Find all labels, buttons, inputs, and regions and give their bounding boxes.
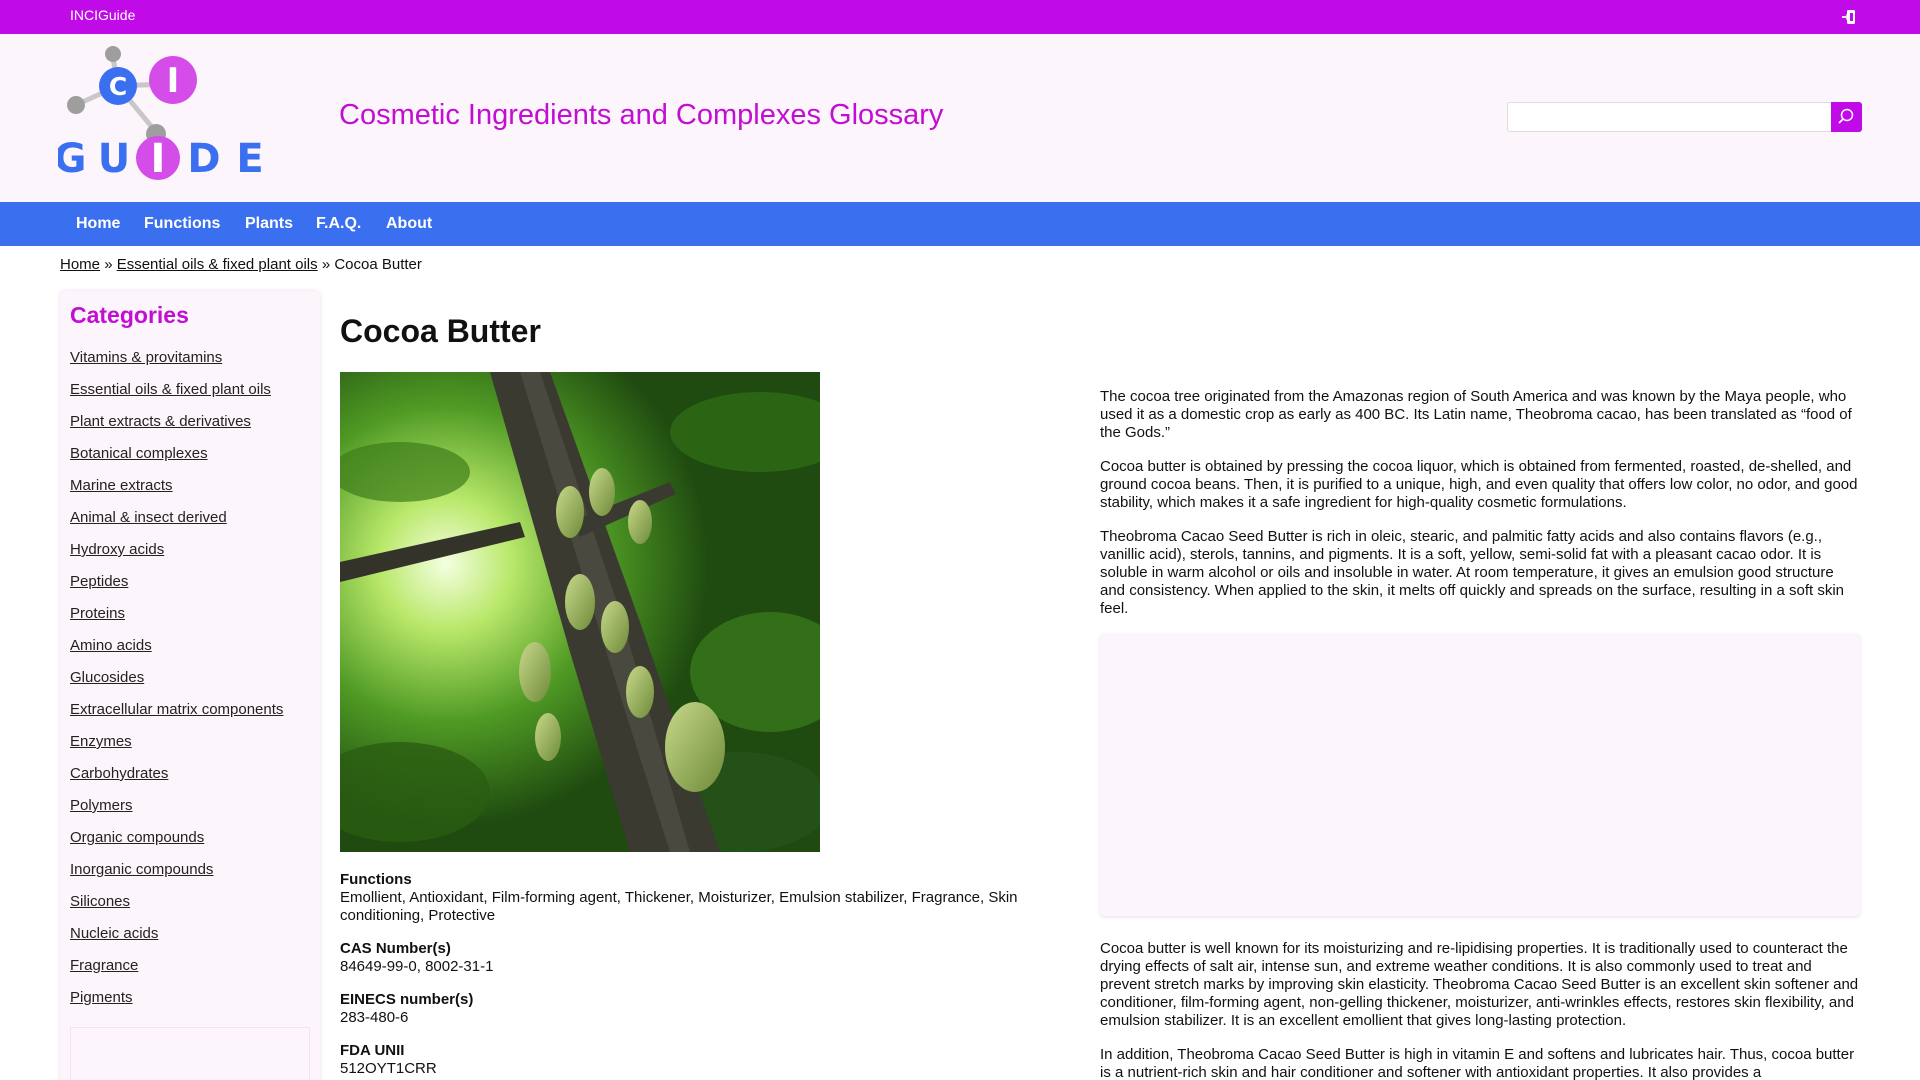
category-link[interactable]: Nucleic acids [70,925,158,942]
breadcrumb-home[interactable]: Home [60,256,100,273]
sidebar-ad-slot [70,1027,310,1080]
nav-functions[interactable]: Functions [144,215,220,233]
category-link[interactable]: Marine extracts [70,477,173,494]
category-list: Vitamins & provitamins Essential oils & … [70,349,283,1021]
sidebar-title: Categories [70,302,189,328]
list-item: Essential oils & fixed plant oils [70,381,283,413]
breadcrumb: Home » Essential oils & fixed plant oils… [60,256,422,273]
property-functions: Functions Emollient, Antioxidant, Film-f… [340,871,1040,925]
nav-home[interactable]: Home [76,215,120,233]
list-item: Proteins [70,605,283,637]
list-item: Hydroxy acids [70,541,283,573]
breadcrumb-current: Cocoa Butter [334,256,422,273]
description-paragraph: The cocoa tree originated from the Amazo… [1100,388,1852,441]
main-nav: Home Functions Plants F.A.Q. About [0,202,1920,246]
categories-sidebar: Categories Vitamins & provitamins Essent… [60,291,320,1080]
category-link[interactable]: Silicones [70,893,130,910]
property-value: Emollient, Antioxidant, Film-forming age… [340,889,1018,924]
logo-letter: I [151,136,166,182]
property-label: CAS Number(s) [340,940,451,957]
search-form [1507,102,1862,132]
list-item: Enzymes [70,733,283,765]
logo-letter: E [236,136,263,182]
list-item: Pigments [70,989,283,1021]
property-value: 512OYT1CRR [340,1060,437,1077]
site-header: C I G U I D E Cosmetic Ingredients and C… [0,34,1920,202]
logo-letter: G [58,136,86,182]
category-link[interactable]: Glucosides [70,669,144,686]
list-item: Carbohydrates [70,765,283,797]
top-brand-link[interactable]: INCIGuide [70,7,135,23]
logo-letter: D [187,136,220,182]
breadcrumb-category[interactable]: Essential oils & fixed plant oils [117,256,318,273]
breadcrumb-separator: » [104,256,113,273]
description-paragraph: Theobroma Cacao Seed Butter is rich in o… [1100,528,1845,617]
category-link[interactable]: Proteins [70,605,125,622]
site-title: Cosmetic Ingredients and Complexes Gloss… [339,99,944,131]
category-link[interactable]: Inorganic compounds [70,861,213,878]
list-item: Inorganic compounds [70,861,283,893]
category-link[interactable]: Botanical complexes [70,445,208,462]
list-item: Nucleic acids [70,925,283,957]
login-icon[interactable] [1841,9,1857,25]
list-item: Plant extracts & derivatives [70,413,283,445]
category-link[interactable]: Polymers [70,797,133,814]
category-link[interactable]: Plant extracts & derivatives [70,413,251,430]
category-link[interactable]: Fragrance [70,957,138,974]
list-item: Animal & insect derived [70,509,283,541]
category-link[interactable]: Essential oils & fixed plant oils [70,381,271,398]
ingredient-photo [340,372,820,852]
list-item: Botanical complexes [70,445,283,477]
category-link[interactable]: Extracellular matrix components [70,701,283,718]
property-label: FDA UNII [340,1042,405,1059]
list-item: Glucosides [70,669,283,701]
list-item: Marine extracts [70,477,283,509]
description-paragraph: Cocoa butter is well known for its moist… [1100,940,1859,1029]
property-fda-unii: FDA UNII 512OYT1CRR [340,1042,1040,1078]
category-link[interactable]: Pigments [70,989,133,1006]
list-item: Polymers [70,797,283,829]
ingredient-properties: Functions Emollient, Antioxidant, Film-f… [340,871,1040,1080]
category-link[interactable]: Vitamins & provitamins [70,349,222,366]
top-bar: INCIGuide [0,0,1920,34]
nav-plants[interactable]: Plants [245,215,293,233]
list-item: Organic compounds [70,829,283,861]
category-link[interactable]: Peptides [70,573,128,590]
list-item: Fragrance [70,957,283,989]
nav-about[interactable]: About [386,215,432,233]
property-value: 84649-99-0, 8002-31-1 [340,958,494,975]
page-title: Cocoa Butter [340,313,541,349]
search-input[interactable] [1507,102,1832,132]
property-label: Functions [340,871,412,888]
list-item: Extracellular matrix components [70,701,283,733]
ingredient-description: The cocoa tree originated from the Amazo… [1100,388,1860,1080]
nav-faq[interactable]: F.A.Q. [316,215,361,233]
category-link[interactable]: Amino acids [70,637,152,654]
ad-slot [1100,634,1860,916]
property-value: 283-480-6 [340,1009,409,1026]
logo-letter-c: C [109,72,127,101]
list-item: Amino acids [70,637,283,669]
search-button[interactable] [1831,102,1862,132]
property-cas: CAS Number(s) 84649-99-0, 8002-31-1 [340,940,1040,976]
list-item: Peptides [70,573,283,605]
category-link[interactable]: Enzymes [70,733,132,750]
category-link[interactable]: Organic compounds [70,829,204,846]
property-label: EINECS number(s) [340,991,474,1008]
search-icon [1838,108,1854,124]
list-item: Silicones [70,893,283,925]
category-link[interactable]: Hydroxy acids [70,541,164,558]
category-link[interactable]: Carbohydrates [70,765,168,782]
description-paragraph: In addition, Theobroma Cacao Seed Butter… [1100,1046,1855,1080]
category-link[interactable]: Animal & insect derived [70,509,227,526]
site-logo[interactable]: C I G U I D E [58,42,278,182]
breadcrumb-separator: » [321,256,331,273]
property-einecs: EINECS number(s) 283-480-6 [340,991,1040,1027]
logo-letter: U [98,136,130,182]
list-item: Vitamins & provitamins [70,349,283,381]
logo-letter-i: I [167,61,180,101]
description-paragraph: Cocoa butter is obtained by pressing the… [1100,458,1858,511]
